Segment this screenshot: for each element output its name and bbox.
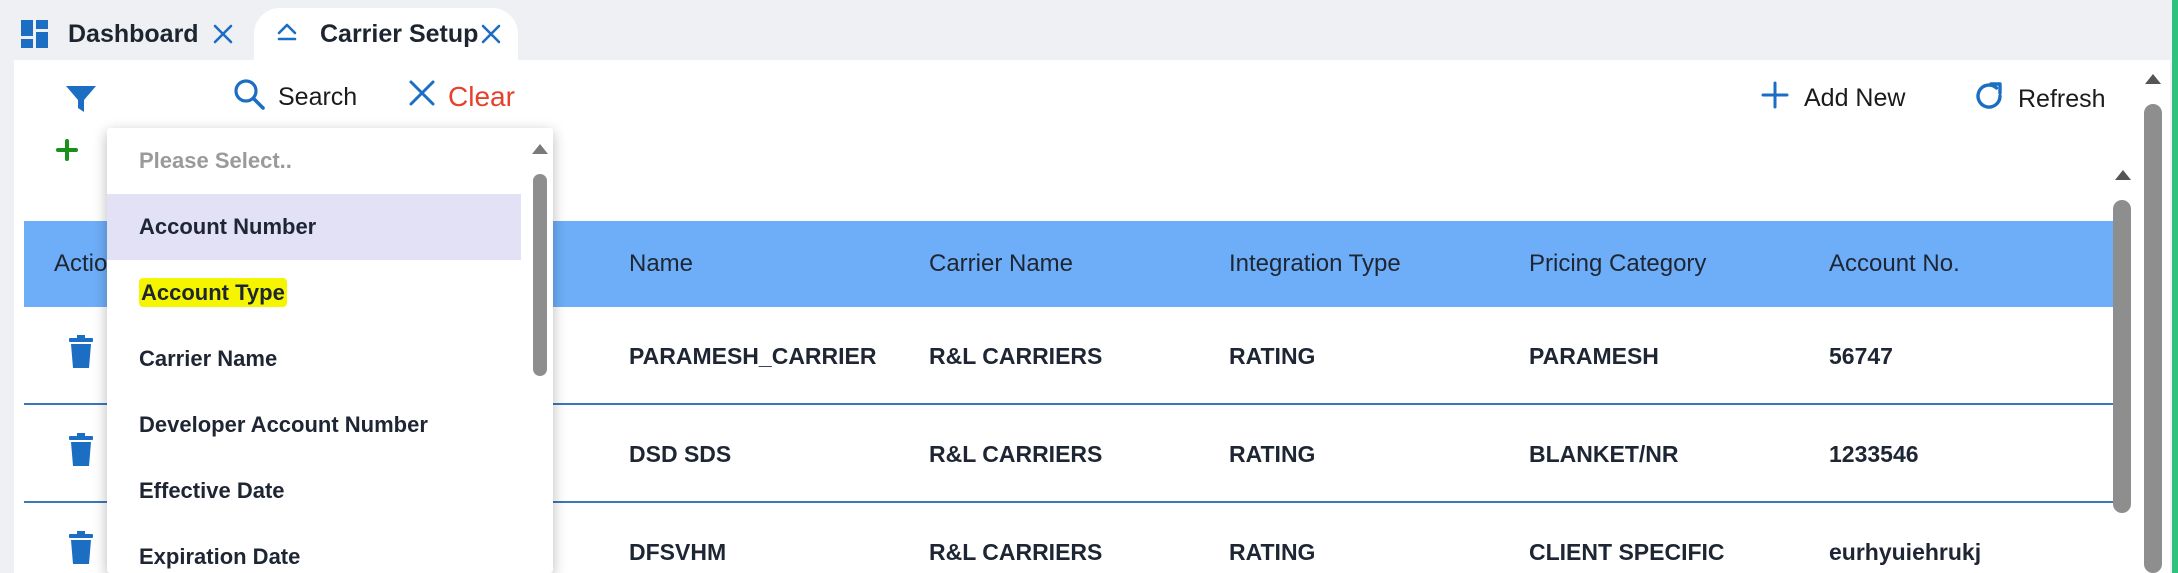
cell-pricing-category: BLANKET/NR xyxy=(1529,441,1679,467)
refresh-icon xyxy=(1972,79,2006,120)
dropdown-placeholder[interactable]: Please Select.. xyxy=(107,128,521,194)
dropdown-option-account-number[interactable]: Account Number xyxy=(107,194,521,260)
cell-account-no: 1233546 xyxy=(1829,441,1919,467)
column-header-carrier-name[interactable]: Carrier Name xyxy=(929,221,1073,307)
eject-icon xyxy=(272,19,302,49)
add-new-button-label: Add New xyxy=(1804,84,1906,112)
cell-name: DSD SDS xyxy=(629,441,732,467)
trash-icon[interactable] xyxy=(68,433,94,467)
trash-icon[interactable] xyxy=(68,335,94,369)
dropdown-option-expiration-date[interactable]: Expiration Date xyxy=(107,524,521,573)
column-header-pricing-category[interactable]: Pricing Category xyxy=(1529,221,1706,307)
add-filter-icon[interactable] xyxy=(56,136,84,164)
add-new-button[interactable]: Add New xyxy=(1760,80,1905,117)
refresh-button-label: Refresh xyxy=(2018,85,2106,113)
tab-bar: Dashboard Carrier Setup xyxy=(0,0,2178,60)
close-icon xyxy=(406,77,438,116)
plus-icon xyxy=(1760,80,1790,117)
dropdown-scrollbar[interactable] xyxy=(527,128,553,573)
dropdown-option-account-type[interactable]: Account Type xyxy=(107,260,521,326)
column-header-actions[interactable]: Actio xyxy=(54,221,107,307)
tab-carrier-setup-label: Carrier Setup xyxy=(320,19,479,48)
column-header-integration-type[interactable]: Integration Type xyxy=(1229,221,1401,307)
dashboard-grid-icon xyxy=(20,19,50,49)
tab-dashboard[interactable]: Dashboard xyxy=(20,8,252,60)
page-scrollbar[interactable] xyxy=(2138,60,2168,573)
trash-icon[interactable] xyxy=(68,531,94,565)
cell-pricing-category: CLIENT SPECIFIC xyxy=(1529,539,1725,565)
cell-carrier-name: R&L CARRIERS xyxy=(929,441,1103,467)
cell-carrier-name: R&L CARRIERS xyxy=(929,343,1103,369)
tab-dashboard-label: Dashboard xyxy=(68,19,199,48)
page-scrollbar-thumb[interactable] xyxy=(2144,104,2162,573)
filter-field-dropdown[interactable]: Please Select.. Account Number Account T… xyxy=(107,128,553,573)
dropdown-scrollbar-thumb[interactable] xyxy=(533,174,547,376)
clear-button-label: Clear xyxy=(448,80,515,112)
close-icon[interactable] xyxy=(210,21,236,47)
filter-icon[interactable] xyxy=(62,80,100,118)
search-button[interactable]: Search xyxy=(232,77,357,118)
dropdown-option-carrier-name[interactable]: Carrier Name xyxy=(107,326,521,392)
cell-account-no: 56747 xyxy=(1829,343,1893,369)
dropdown-option-effective-date[interactable]: Effective Date xyxy=(107,458,521,524)
cell-pricing-category: PARAMESH xyxy=(1529,343,1659,369)
clear-button[interactable]: Clear xyxy=(406,77,515,116)
column-header-account-no[interactable]: Account No. xyxy=(1829,221,1960,307)
grid-scrollbar[interactable] xyxy=(2108,170,2136,513)
column-header-name[interactable]: Name xyxy=(629,221,693,307)
cell-name: DFSVHM xyxy=(629,539,727,565)
close-icon[interactable] xyxy=(478,21,504,47)
scroll-up-icon[interactable] xyxy=(2145,74,2161,84)
cell-name: PARAMESH_CARRIER xyxy=(629,343,877,369)
cell-integration-type: RATING xyxy=(1229,441,1316,467)
cell-integration-type: RATING xyxy=(1229,343,1316,369)
cell-carrier-name: R&L CARRIERS xyxy=(929,539,1103,565)
app-root: Dashboard Carrier Setup Search Clear Add… xyxy=(0,0,2178,573)
search-icon xyxy=(232,77,266,118)
grid-scrollbar-thumb[interactable] xyxy=(2113,200,2131,513)
search-button-label: Search xyxy=(278,83,358,111)
cell-account-no: eurhyuiehrukj xyxy=(1829,539,1982,565)
window-edge xyxy=(2172,0,2178,573)
highlighted-option-label: Account Type xyxy=(139,278,287,307)
dropdown-option-developer-account-number[interactable]: Developer Account Number xyxy=(107,392,521,458)
scroll-up-icon[interactable] xyxy=(532,144,548,154)
cell-integration-type: RATING xyxy=(1229,539,1316,565)
scroll-up-icon[interactable] xyxy=(2115,170,2131,180)
refresh-button[interactable]: Refresh xyxy=(1972,79,2106,120)
tab-carrier-setup[interactable]: Carrier Setup xyxy=(254,8,518,60)
